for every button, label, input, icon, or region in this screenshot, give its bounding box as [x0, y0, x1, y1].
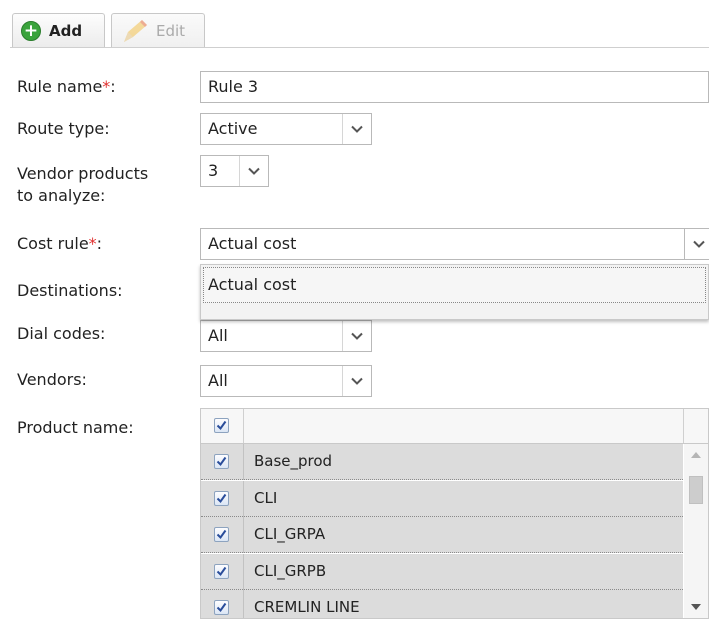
row-checkbox[interactable] — [214, 490, 229, 506]
rule-name-label: Rule name*: — [17, 76, 116, 98]
chevron-down-icon — [248, 167, 260, 175]
pencil-icon — [124, 19, 147, 42]
cost-rule-label-text: Cost rule — [17, 234, 89, 253]
scroll-down-arrow[interactable] — [684, 598, 708, 616]
cost-rule-select[interactable]: Actual cost — [200, 228, 709, 260]
table-row[interactable]: CLI_GRPB — [201, 553, 683, 590]
checkmark-icon — [216, 493, 227, 503]
chevron-down-icon — [351, 332, 363, 340]
row-column-divider — [243, 444, 244, 480]
checkmark-icon — [216, 456, 227, 467]
vendors-select[interactable]: All — [200, 365, 372, 397]
vendor-products-dropdown-button[interactable] — [239, 156, 268, 186]
row-column-divider — [243, 517, 244, 553]
product-name-cell: CLI_GRPA — [254, 525, 326, 543]
product-name-label: Product name: — [17, 418, 134, 437]
row-checkbox[interactable] — [214, 563, 229, 579]
row-column-divider — [243, 480, 244, 517]
table-row[interactable]: Base_prod — [201, 444, 683, 480]
dial-codes-value: All — [208, 326, 228, 345]
vertical-scrollbar[interactable] — [684, 444, 708, 618]
product-grid: Base_prod CLI CLI_GRPA CLI_GRPB CREMLIN LINE — [200, 408, 709, 619]
product-name-cell: CREMLIN LINE — [254, 598, 360, 616]
row-checkbox[interactable] — [214, 527, 229, 542]
rule-name-input[interactable]: Rule 3 — [200, 71, 709, 103]
product-grid-header — [201, 409, 708, 444]
cost-rule-value: Actual cost — [208, 234, 297, 253]
vendors-label: Vendors: — [17, 370, 87, 389]
checkmark-icon — [216, 602, 227, 613]
checkmark-icon — [216, 420, 227, 431]
route-type-select[interactable]: Active — [200, 113, 372, 145]
table-row[interactable]: CREMLIN LINE — [201, 590, 683, 618]
edit-button[interactable]: Edit — [111, 13, 205, 47]
toolbar-divider — [10, 47, 709, 48]
chevron-down-icon — [351, 125, 363, 133]
select-all-checkbox[interactable] — [214, 418, 229, 433]
vendor-products-label-line1: Vendor products — [17, 164, 149, 183]
product-name-cell: Base_prod — [254, 452, 333, 470]
vendor-products-select[interactable]: 3 — [200, 155, 269, 187]
product-name-cell: CLI — [254, 488, 278, 507]
vendor-products-value: 3 — [208, 161, 219, 180]
scroll-down-icon — [691, 604, 701, 610]
header-column-divider — [683, 409, 684, 443]
cost-rule-option[interactable]: Actual cost — [203, 267, 706, 303]
chevron-down-icon — [351, 377, 363, 385]
table-row[interactable]: CLI_GRPA — [201, 517, 683, 553]
cost-rule-label: Cost rule*: — [17, 233, 102, 255]
table-row[interactable]: CLI — [201, 480, 683, 517]
label-colon: : — [110, 77, 116, 96]
row-column-divider — [243, 590, 244, 618]
chevron-down-icon — [693, 240, 705, 248]
route-type-dropdown-button[interactable] — [342, 114, 371, 144]
vendor-products-label-line2: to analyze: — [17, 186, 106, 205]
label-colon: : — [96, 234, 103, 253]
route-type-label: Route type: — [17, 119, 110, 138]
vendors-dropdown-button[interactable] — [342, 366, 371, 396]
dial-codes-dropdown-button[interactable] — [342, 321, 371, 351]
header-column-divider — [243, 409, 244, 443]
row-checkbox[interactable] — [214, 600, 229, 615]
product-name-cell: CLI_GRPB — [254, 561, 327, 580]
cost-rule-dropdown-list: Actual cost — [200, 264, 709, 320]
edit-button-label: Edit — [156, 21, 186, 40]
plus-circle-icon: + — [21, 20, 41, 41]
scroll-up-icon — [691, 452, 701, 458]
cost-rule-dropdown-button[interactable] — [684, 229, 709, 259]
scroll-up-arrow[interactable] — [684, 446, 708, 464]
dial-codes-label: Dial codes: — [17, 324, 106, 343]
scrollbar-thumb[interactable] — [689, 476, 703, 504]
rule-name-label-text: Rule name — [17, 77, 103, 96]
vendor-products-label: Vendor products to analyze: — [17, 163, 148, 207]
destinations-label: Destinations: — [17, 281, 123, 300]
add-button-label: Add — [49, 21, 83, 40]
checkmark-icon — [216, 529, 227, 540]
required-mark: * — [88, 234, 97, 253]
row-column-divider — [243, 553, 244, 590]
route-type-value: Active — [208, 119, 258, 138]
add-button[interactable]: + Add — [12, 13, 105, 47]
vendors-value: All — [208, 371, 228, 390]
dial-codes-select[interactable]: All — [200, 320, 372, 352]
row-checkbox[interactable] — [214, 454, 229, 469]
checkmark-icon — [216, 566, 227, 576]
